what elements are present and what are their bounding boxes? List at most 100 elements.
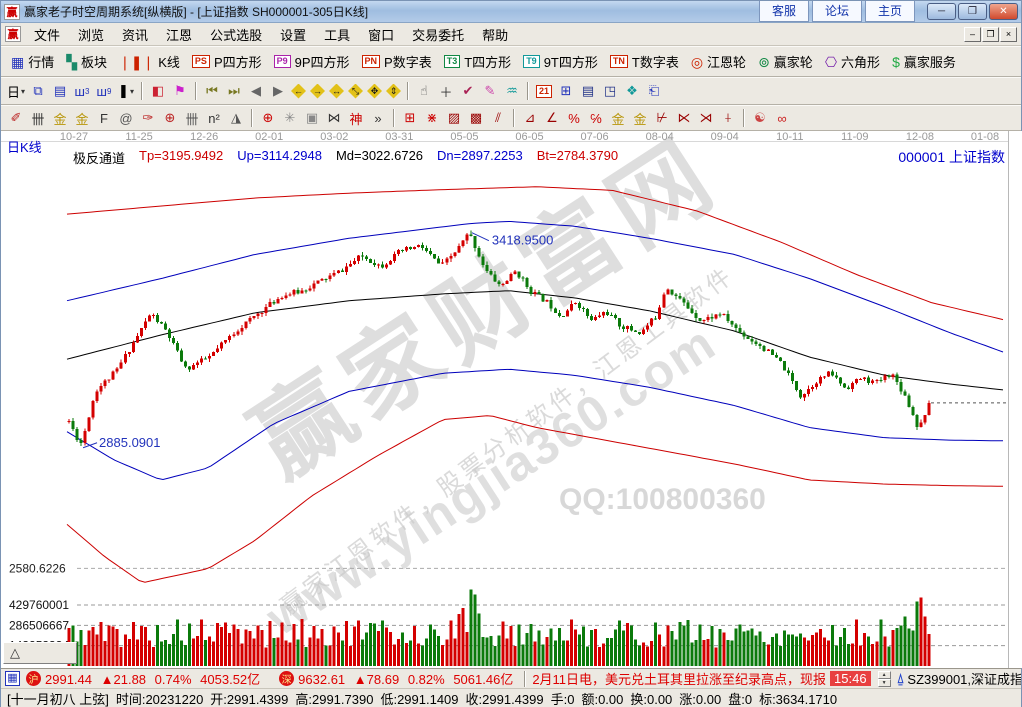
- title-link-论坛[interactable]: 论坛: [812, 1, 862, 22]
- tool-gold-ratio-a[interactable]: 金: [50, 108, 70, 128]
- tool-center-view[interactable]: ✥: [367, 84, 382, 99]
- tool-angle-tool[interactable]: ⊿: [520, 108, 540, 128]
- tool-bars-9[interactable]: ш9: [94, 81, 114, 101]
- spinner-down-button[interactable]: ▼: [878, 679, 891, 687]
- overlay-toggle-button[interactable]: △: [3, 642, 77, 664]
- tool-f-angle[interactable]: ⋉: [674, 108, 694, 128]
- tool-calendar[interactable]: 21: [534, 81, 554, 101]
- tool-fan-lines[interactable]: ⋇: [422, 108, 442, 128]
- menu-item-8[interactable]: 交易委托: [403, 23, 473, 46]
- tool-p9-square[interactable]: P99P四方形: [268, 50, 356, 73]
- menu-item-9[interactable]: 帮助: [473, 23, 517, 46]
- tool-layout-tiles[interactable]: ⧉: [28, 81, 48, 101]
- menu-item-4[interactable]: 公式选股: [201, 23, 271, 46]
- tool-comb-ruler[interactable]: 卌: [28, 108, 48, 128]
- tool-spiral[interactable]: @: [116, 108, 136, 128]
- tool-n-square[interactable]: n²: [204, 108, 224, 128]
- tool-speed-line[interactable]: ⋊: [696, 108, 716, 128]
- tool-winner-service[interactable]: $赢家服务: [886, 50, 962, 73]
- tool-gann-circle[interactable]: ⊕: [258, 108, 278, 128]
- tool-next-bar[interactable]: ▶: [268, 81, 288, 101]
- minimize-button[interactable]: ─: [927, 3, 956, 20]
- close-button[interactable]: ✕: [989, 3, 1018, 20]
- tool-grid-red[interactable]: ⊞: [400, 108, 420, 128]
- tool-draw-mark[interactable]: ✑: [138, 108, 158, 128]
- tool-magic-tool[interactable]: 神: [346, 108, 366, 128]
- tool-infinity[interactable]: ∞: [772, 108, 792, 128]
- tool-signal-flag[interactable]: ⚑: [170, 81, 190, 101]
- tool-gold-ratio-b[interactable]: 金: [72, 108, 92, 128]
- tool-percent-line[interactable]: ℅: [586, 108, 606, 128]
- tool-fibonacci[interactable]: F: [94, 108, 114, 128]
- tool-mark-check[interactable]: ✔: [458, 81, 478, 101]
- spinner-up-button[interactable]: ▲: [878, 671, 891, 679]
- tool-sectors[interactable]: ▚板块: [60, 50, 113, 73]
- tool-gold-section[interactable]: 金: [608, 108, 628, 128]
- tool-gann-box[interactable]: ▣: [302, 108, 322, 128]
- menu-item-5[interactable]: 设置: [271, 23, 315, 46]
- tool-winner-wheel[interactable]: ⊚赢家轮: [752, 50, 819, 73]
- restore-button[interactable]: ❐: [958, 3, 987, 20]
- menu-item-3[interactable]: 江恩: [157, 23, 201, 46]
- tool-kline[interactable]: ❘❚❘K线: [113, 50, 186, 73]
- tool-info-panel[interactable]: ▤: [50, 81, 70, 101]
- tool-mark-pen[interactable]: ✎: [480, 81, 500, 101]
- tool-pattern-box[interactable]: ◧: [148, 81, 168, 101]
- price-volume-plot[interactable]: 4297600012865066671432533342580.62263418…: [1, 142, 1009, 668]
- tool-wave-tool[interactable]: ⋈: [324, 108, 344, 128]
- mdi-close-button[interactable]: ×: [1000, 27, 1017, 42]
- tool-quotes[interactable]: ▦行情: [5, 50, 60, 73]
- tool-angle-mirror[interactable]: ◮: [226, 108, 246, 128]
- tool-last-page[interactable]: ⏭: [224, 81, 244, 101]
- tool-circle-cross[interactable]: ⊕: [160, 108, 180, 128]
- tool-kline-period[interactable]: 日▾: [6, 81, 26, 101]
- tool-gann-wheel[interactable]: ◎江恩轮: [685, 50, 752, 73]
- tool-candle-style[interactable]: ❚▾: [116, 81, 136, 101]
- tool-dense-box[interactable]: ▩: [466, 108, 486, 128]
- tool-calculator[interactable]: ⊞: [556, 81, 576, 101]
- tool-hexagon[interactable]: ⎔六角形: [819, 50, 886, 73]
- tool-j-angle[interactable]: ⊬: [652, 108, 672, 128]
- mdi-minimize-button[interactable]: –: [964, 27, 981, 42]
- tool-parallel-lines[interactable]: ⫽: [488, 108, 508, 128]
- news-ticker[interactable]: 2月11日电，美元兑土耳其里拉涨至纪录高点，现报: [532, 669, 826, 688]
- tool-gold-channel[interactable]: 金: [630, 108, 650, 128]
- tool-pan-right[interactable]: →: [310, 84, 325, 99]
- tool-taiji[interactable]: ☯: [750, 108, 770, 128]
- tool-t-number[interactable]: TNT数字表: [604, 50, 685, 73]
- menu-item-0[interactable]: 文件: [25, 23, 69, 46]
- tool-save-disk[interactable]: ◳: [600, 81, 620, 101]
- title-link-客服[interactable]: 客服: [759, 1, 809, 22]
- tool-resist-line[interactable]: ⍭: [718, 108, 738, 128]
- tool-pan-left[interactable]: ←: [291, 84, 306, 99]
- tool-percent[interactable]: %: [564, 108, 584, 128]
- tool-bars-3[interactable]: ш3: [72, 81, 92, 101]
- tool-more-tools[interactable]: »: [368, 108, 388, 128]
- tool-t9-square[interactable]: T99T四方形: [517, 50, 604, 73]
- tool-p-number[interactable]: PNP数字表: [356, 50, 438, 73]
- menu-item-6[interactable]: 工具: [315, 23, 359, 46]
- tool-zoom-v[interactable]: ⇕: [386, 84, 401, 99]
- tool-gann-star[interactable]: ✳: [280, 108, 300, 128]
- tool-draw-brush[interactable]: ✐: [6, 108, 26, 128]
- tool-shade-box[interactable]: ▨: [444, 108, 464, 128]
- chart-area[interactable]: 赢家财富网 赢家江恩软件，股票分析软件，江恩工具软件 www.yingjia36…: [1, 131, 1022, 668]
- title-link-主页[interactable]: 主页: [865, 1, 915, 22]
- tool-p-square[interactable]: PSP四方形: [186, 50, 268, 73]
- tool-mark-wave[interactable]: ♒: [502, 81, 522, 101]
- tool-zoom-h[interactable]: ↔: [329, 84, 344, 99]
- tool-crosshair[interactable]: ＋: [436, 81, 456, 101]
- tool-gann-angle[interactable]: ∠: [542, 108, 562, 128]
- tool-prev-bar[interactable]: ◀: [246, 81, 266, 101]
- tool-first-page[interactable]: ⏮: [202, 81, 222, 101]
- tool-t-square[interactable]: T3T四方形: [438, 50, 517, 73]
- tool-hand-pan[interactable]: ☝: [414, 81, 434, 101]
- tool-zoom-out[interactable]: ⤡: [348, 84, 363, 99]
- menu-item-1[interactable]: 浏览: [69, 23, 113, 46]
- tool-comb-2[interactable]: 卌: [182, 108, 202, 128]
- tool-net-sync[interactable]: ⎗: [644, 81, 664, 101]
- mdi-restore-button[interactable]: ❐: [982, 27, 999, 42]
- quote-grid-icon[interactable]: ▦: [5, 671, 20, 686]
- menu-item-2[interactable]: 资讯: [113, 23, 157, 46]
- tool-memo-pad[interactable]: ▤: [578, 81, 598, 101]
